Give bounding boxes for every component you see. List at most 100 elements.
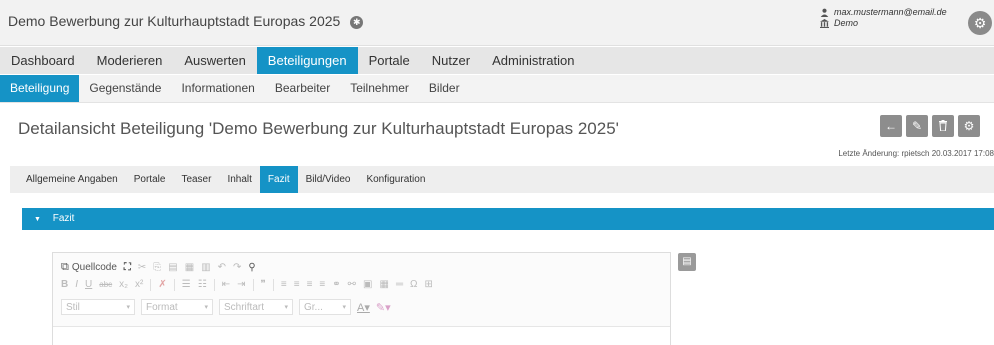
format-combo-value: Format: [146, 301, 178, 313]
sub-nav-beteiligung[interactable]: Beteiligung: [0, 75, 80, 102]
sub-nav-bilder[interactable]: Bilder: [419, 75, 470, 102]
page-title: Detailansicht Beteiligung 'Demo Bewerbun…: [18, 119, 619, 138]
redo-icon[interactable]: ↷: [233, 262, 241, 273]
toolbar-separator: [213, 278, 215, 291]
app-window: Demo Bewerbung zur Kulturhauptstadt Euro…: [0, 0, 994, 345]
main-nav-nutzer[interactable]: Nutzer: [421, 47, 481, 74]
institution-icon: [820, 19, 829, 28]
settings-small-icon[interactable]: ✱: [350, 16, 364, 29]
align-justify-icon[interactable]: ≡: [319, 279, 325, 290]
detail-tabs: Allgemeine Angaben Portale Teaser Inhalt…: [10, 166, 994, 193]
edit-icon[interactable]: ✎: [906, 115, 928, 137]
paste-word-icon[interactable]: ▥: [201, 262, 210, 273]
tab-portale[interactable]: Portale: [126, 166, 174, 193]
paste-icon[interactable]: ▤: [168, 262, 177, 273]
text-color-icon[interactable]: A▾: [357, 301, 370, 314]
sub-nav-informationen[interactable]: Informationen: [171, 75, 264, 102]
font-combo[interactable]: Schriftart ▾: [219, 299, 293, 315]
app-title-text: Demo Bewerbung zur Kulturhauptstadt Euro…: [8, 13, 341, 29]
page-break-icon[interactable]: ⊞: [425, 279, 433, 290]
section-header-fazit[interactable]: ▼ Fazit: [22, 208, 994, 230]
bold-icon[interactable]: B: [61, 279, 68, 290]
find-icon[interactable]: ⚲: [248, 262, 255, 273]
chevron-down-icon: ▾: [342, 304, 346, 311]
copy-icon[interactable]: ⎘: [153, 262, 161, 273]
bulleted-list-icon[interactable]: ☷: [198, 279, 207, 290]
main-nav-dashboard[interactable]: Dashboard: [0, 47, 86, 74]
main-nav-administration[interactable]: Administration: [481, 47, 585, 74]
undo-icon[interactable]: ↶: [218, 262, 226, 273]
main-nav-moderieren[interactable]: Moderieren: [86, 47, 174, 74]
underline-icon[interactable]: U: [85, 279, 92, 290]
style-combo[interactable]: Stil ▾: [61, 299, 135, 315]
blockquote-icon[interactable]: ❞: [261, 279, 266, 290]
maximize-icon[interactable]: ⛶: [124, 262, 131, 273]
user-org: Demo: [834, 18, 859, 28]
strikethrough-icon[interactable]: abc: [99, 280, 112, 289]
special-char-icon[interactable]: Ω: [410, 279, 417, 290]
indent-icon[interactable]: ⇥: [237, 279, 245, 290]
source-button[interactable]: ⧉ Quellcode: [61, 261, 117, 274]
align-center-icon[interactable]: ≡: [294, 279, 300, 290]
background-color-icon[interactable]: ✎▾: [376, 301, 391, 314]
link-icon[interactable]: ⚭: [332, 279, 340, 290]
toolbar-separator: [272, 278, 274, 291]
italic-icon[interactable]: I: [75, 279, 78, 290]
user-email: max.mustermann@email.de: [834, 7, 947, 17]
action-buttons: ← ✎ ⚙: [880, 115, 980, 137]
tab-inhalt[interactable]: Inhalt: [219, 166, 259, 193]
chevron-down-icon: ▾: [204, 304, 208, 311]
editor-content-area[interactable]: [53, 327, 670, 345]
section-title: Fazit: [52, 213, 75, 224]
last-change-info: Letzte Änderung: rpietsch 20.03.2017 17:…: [838, 149, 994, 158]
format-combo[interactable]: Format ▾: [141, 299, 213, 315]
remove-format-icon[interactable]: ✗: [158, 279, 166, 290]
toolbar-separator: [252, 278, 254, 291]
sub-nav-bearbeiter[interactable]: Bearbeiter: [265, 75, 340, 102]
image-icon[interactable]: ▣: [363, 279, 372, 290]
cut-icon[interactable]: ✂: [138, 262, 146, 273]
table-icon[interactable]: ▦: [380, 279, 389, 290]
chevron-down-icon: ▾: [284, 304, 288, 311]
document-icon[interactable]: ▤: [678, 253, 696, 271]
source-label: Quellcode: [71, 262, 117, 273]
settings-icon[interactable]: ⚙: [958, 115, 980, 137]
toolbar-row-1: ⧉ Quellcode ⛶ ✂ ⎘ ▤ ▦ ▥ ↶ ↷ ⚲: [61, 259, 664, 276]
back-icon[interactable]: ←: [880, 115, 902, 137]
user-icon: [820, 8, 829, 17]
rich-text-editor: ⧉ Quellcode ⛶ ✂ ⎘ ▤ ▦ ▥ ↶ ↷ ⚲ B I U abc …: [52, 252, 671, 345]
paste-text-icon[interactable]: ▦: [185, 262, 194, 273]
superscript-icon[interactable]: x²: [135, 279, 143, 290]
align-left-icon[interactable]: ≡: [281, 279, 287, 290]
gear-icon[interactable]: ⚙: [968, 11, 992, 35]
sub-nav-gegenstaende[interactable]: Gegenstände: [79, 75, 171, 102]
sub-nav-teilnehmer[interactable]: Teilnehmer: [340, 75, 419, 102]
subscript-icon[interactable]: x₂: [119, 279, 128, 290]
editor-toolbar: ⧉ Quellcode ⛶ ✂ ⎘ ▤ ▦ ▥ ↶ ↷ ⚲ B I U abc …: [53, 253, 670, 327]
unlink-icon[interactable]: ⚯: [348, 279, 356, 290]
main-nav-beteiligungen[interactable]: Beteiligungen: [256, 47, 358, 74]
user-info[interactable]: max.mustermann@email.de Demo: [820, 7, 947, 29]
tab-konfiguration[interactable]: Konfiguration: [358, 166, 433, 193]
chevron-down-icon: ▾: [126, 304, 130, 311]
toolbar-separator: [173, 278, 175, 291]
horizontal-line-icon[interactable]: ═: [396, 279, 403, 290]
size-combo[interactable]: Gr... ▾: [299, 299, 351, 315]
toolbar-row-2: B I U abc x₂ x² ✗ ☰ ☷ ⇤ ⇥ ❞ ≡ ≡ ≡ ≡ ⚭ ⚯ …: [61, 276, 664, 293]
style-combo-value: Stil: [66, 301, 80, 313]
outdent-icon[interactable]: ⇤: [222, 279, 230, 290]
delete-icon[interactable]: [932, 115, 954, 137]
source-icon: ⧉: [61, 261, 69, 273]
toolbar-row-3: Stil ▾ Format ▾ Schriftart ▾ Gr... ▾ A▾ ✎▾: [61, 296, 664, 318]
main-nav-portale[interactable]: Portale: [358, 47, 421, 74]
tab-fazit[interactable]: Fazit: [259, 166, 298, 193]
tab-bild-video[interactable]: Bild/Video: [298, 166, 359, 193]
main-nav-auswerten[interactable]: Auswerten: [173, 47, 256, 74]
tab-teaser[interactable]: Teaser: [173, 166, 219, 193]
toolbar-separator: [150, 278, 152, 291]
size-combo-value: Gr...: [304, 301, 323, 313]
tab-allgemeine-angaben[interactable]: Allgemeine Angaben: [18, 166, 126, 193]
caret-down-icon: ▼: [34, 216, 41, 223]
align-right-icon[interactable]: ≡: [307, 279, 313, 290]
numbered-list-icon[interactable]: ☰: [182, 279, 191, 290]
